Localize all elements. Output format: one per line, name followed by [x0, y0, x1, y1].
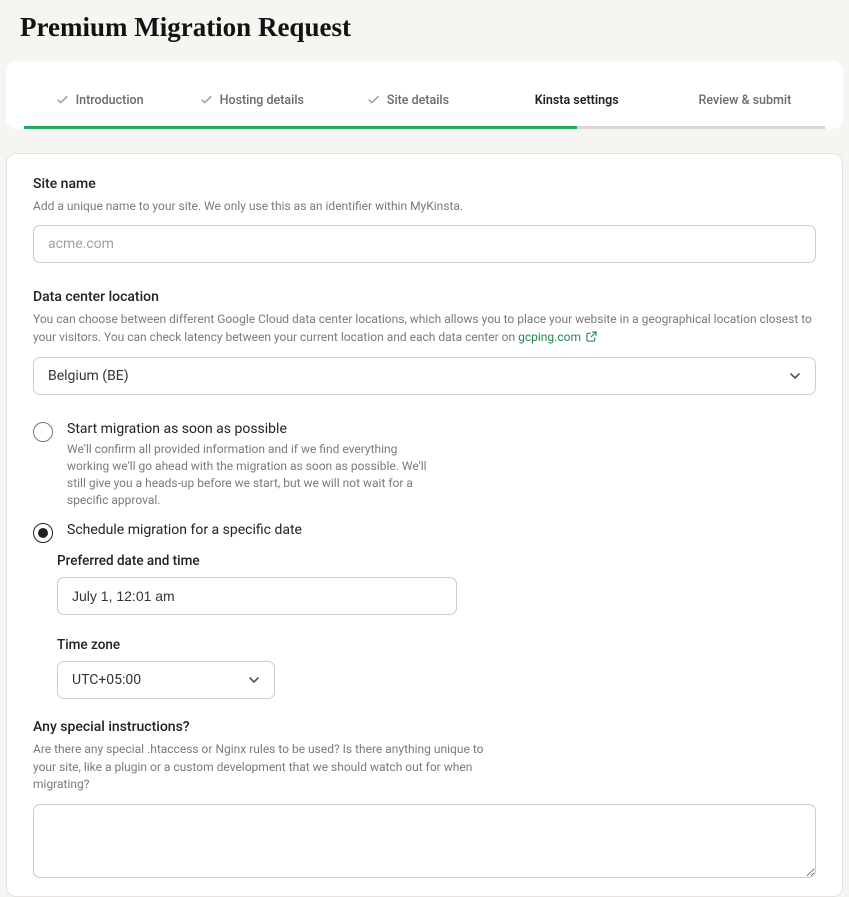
chevron-down-icon	[789, 370, 801, 382]
page-title: Premium Migration Request	[20, 12, 843, 43]
step-label: Site details	[387, 93, 449, 108]
special-instructions-block: Any special instructions? Are there any …	[33, 719, 816, 881]
radio-scheduled-row: Schedule migration for a specific date	[33, 522, 816, 543]
radio-asap-sub: We'll confirm all provided information a…	[67, 441, 427, 508]
data-center-help: You can choose between different Google …	[33, 311, 816, 347]
step-review-submit[interactable]: Review & submit	[665, 89, 825, 126]
special-instructions-help: Are there any special .htaccess or Nginx…	[33, 741, 503, 793]
check-icon	[368, 96, 379, 104]
radio-scheduled-title: Schedule migration for a specific date	[67, 522, 816, 538]
data-center-label: Data center location	[33, 289, 816, 305]
progress-done	[24, 126, 577, 129]
stepper-card: Introduction Hosting details Site detail…	[6, 61, 843, 129]
external-link-icon	[586, 330, 597, 347]
step-label: Hosting details	[220, 93, 304, 108]
radio-asap-row: Start migration as soon as possible We'l…	[33, 421, 816, 508]
step-site-details[interactable]: Site details	[328, 89, 488, 126]
chevron-down-icon	[248, 674, 260, 686]
site-name-input[interactable]	[33, 225, 816, 263]
data-center-help-text: You can choose between different Google …	[33, 312, 812, 343]
radio-asap-title: Start migration as soon as possible	[67, 421, 816, 437]
check-icon	[201, 96, 212, 104]
step-label: Kinsta settings	[535, 93, 619, 108]
check-icon	[57, 96, 68, 104]
preferred-datetime-label: Preferred date and time	[57, 553, 816, 569]
special-instructions-label: Any special instructions?	[33, 719, 816, 735]
preferred-datetime-block: Preferred date and time	[57, 553, 816, 615]
step-label: Review & submit	[699, 93, 792, 108]
timezone-block: Time zone UTC+05:00	[57, 637, 816, 699]
timezone-selected: UTC+05:00	[72, 672, 141, 688]
gcping-link[interactable]: gcping.com	[518, 330, 581, 344]
stepper: Introduction Hosting details Site detail…	[24, 89, 825, 126]
special-instructions-textarea[interactable]	[33, 804, 816, 878]
stepper-progress	[24, 126, 825, 129]
timezone-select[interactable]: UTC+05:00	[57, 661, 275, 699]
site-name-label: Site name	[33, 176, 816, 192]
step-label: Introduction	[76, 93, 144, 108]
site-name-help: Add a unique name to your site. We only …	[33, 198, 816, 215]
data-center-select[interactable]: Belgium (BE)	[33, 357, 816, 395]
radio-scheduled[interactable]	[33, 523, 53, 543]
step-introduction[interactable]: Introduction	[24, 89, 176, 126]
radio-asap[interactable]	[33, 422, 53, 442]
data-center-block: Data center location You can choose betw…	[33, 289, 816, 395]
data-center-selected: Belgium (BE)	[48, 368, 129, 384]
step-kinsta-settings[interactable]: Kinsta settings	[489, 89, 665, 126]
site-name-block: Site name Add a unique name to your site…	[33, 176, 816, 263]
progress-todo	[577, 126, 825, 129]
step-hosting-details[interactable]: Hosting details	[176, 89, 328, 126]
preferred-datetime-input[interactable]	[57, 577, 457, 615]
timezone-label: Time zone	[57, 637, 816, 653]
form-card: Site name Add a unique name to your site…	[6, 153, 843, 897]
migration-timing-block: Start migration as soon as possible We'l…	[33, 421, 816, 699]
